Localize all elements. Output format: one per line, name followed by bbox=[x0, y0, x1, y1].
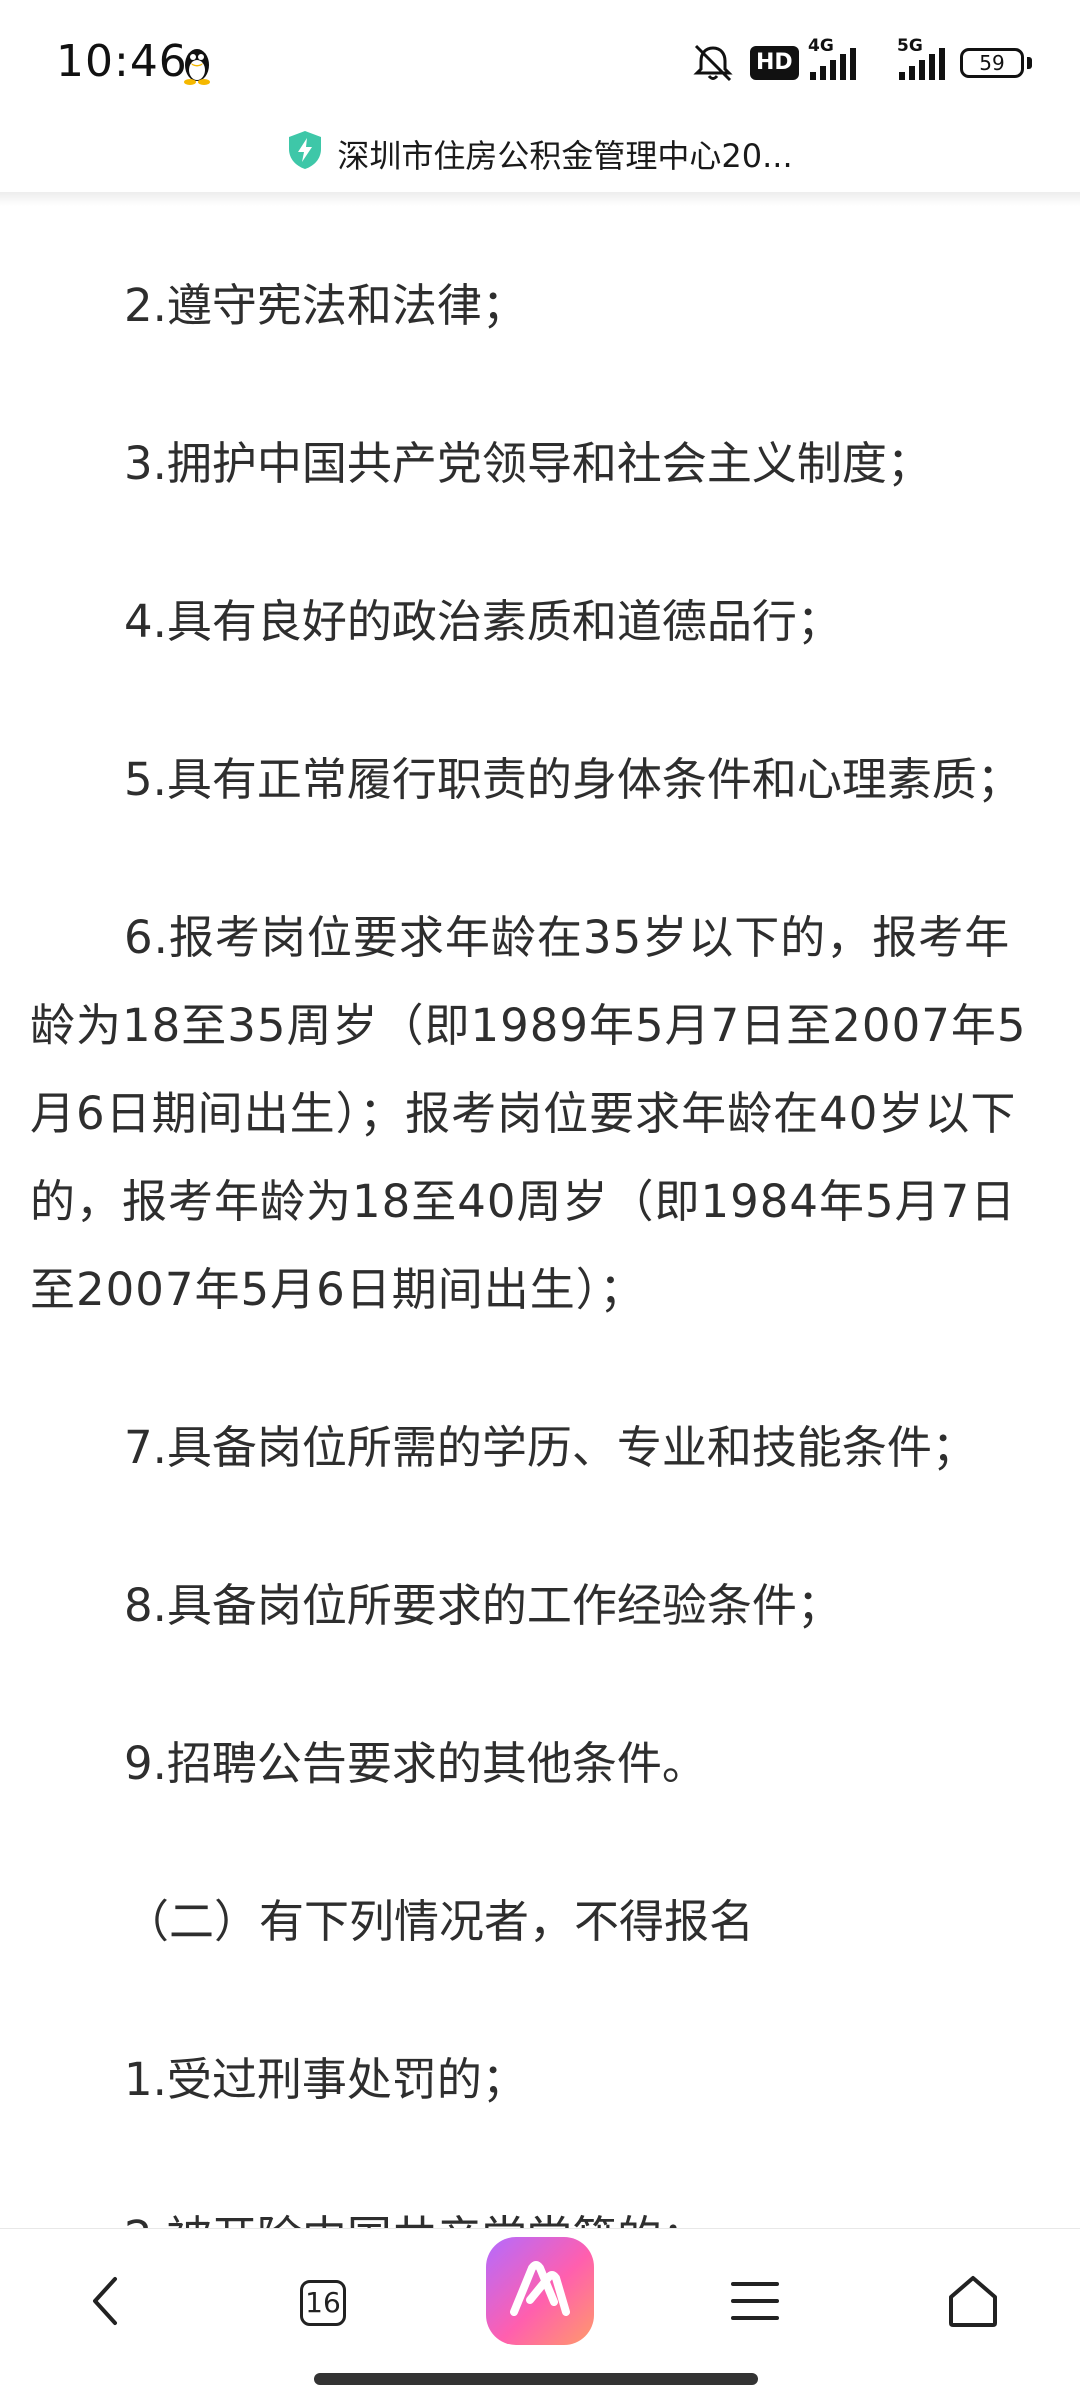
back-icon bbox=[85, 2273, 125, 2333]
article-content: 2.遵守宪法和法律； 3.拥护中国共产党领导和社会主义制度； 4.具有良好的政治… bbox=[0, 206, 1080, 2228]
tab-count: 16 bbox=[300, 2280, 346, 2326]
ai-assistant-button[interactable] bbox=[486, 2237, 594, 2345]
header-divider bbox=[0, 192, 1080, 206]
page-title: 深圳市住房公积金管理中心20... bbox=[337, 137, 793, 175]
home-icon bbox=[945, 2273, 1001, 2333]
shield-icon bbox=[287, 130, 323, 178]
battery-tip bbox=[1027, 57, 1032, 69]
article-paragraph: 3.拥护中国共产党领导和社会主义制度； bbox=[124, 437, 932, 490]
mute-bell-icon bbox=[690, 42, 736, 88]
menu-icon bbox=[730, 2279, 780, 2327]
qq-penguin-icon bbox=[180, 44, 214, 90]
status-bar: 10:46 HD 4G 5G 59 bbox=[0, 0, 1080, 130]
signal-bars-icon bbox=[897, 48, 953, 86]
menu-button[interactable] bbox=[700, 2253, 810, 2353]
article-paragraph: 8.具备岗位所要求的工作经验条件； bbox=[124, 1579, 842, 1632]
article-paragraph: 2.被开除中国共产党党籍的； bbox=[30, 2194, 1054, 2228]
article-paragraph: 7.具备岗位所需的学历、专业和技能条件； bbox=[124, 1421, 977, 1474]
battery-indicator: 59 bbox=[960, 48, 1024, 78]
article-paragraph: 6.报考岗位要求年龄在35岁以下的，报考年龄为18至35周岁（即1989年5月7… bbox=[30, 911, 1027, 1316]
home-button[interactable] bbox=[918, 2253, 1028, 2353]
article-paragraph: 2.遵守宪法和法律； bbox=[124, 279, 527, 332]
article-section-heading: （二）有下列情况者，不得报名 bbox=[124, 1895, 755, 1948]
signal-bars-icon bbox=[808, 48, 864, 86]
ai-assistant-icon bbox=[508, 2260, 572, 2322]
home-indicator-bar[interactable] bbox=[314, 2373, 758, 2385]
address-bar[interactable]: 深圳市住房公积金管理中心20... bbox=[0, 130, 1080, 192]
article-paragraph: 9.招聘公告要求的其他条件。 bbox=[124, 1737, 707, 1790]
article-paragraph: 1.受过刑事处罚的； bbox=[124, 2053, 527, 2106]
back-button[interactable] bbox=[50, 2253, 160, 2353]
article-paragraph: 5.具有正常履行职责的身体条件和心理素质； bbox=[124, 753, 1022, 806]
status-time: 10:46 bbox=[56, 36, 188, 87]
article-paragraph: 4.具有良好的政治素质和道德品行； bbox=[124, 595, 842, 648]
hd-voice-badge: HD bbox=[750, 46, 799, 80]
tabs-button[interactable]: 16 bbox=[268, 2253, 378, 2353]
